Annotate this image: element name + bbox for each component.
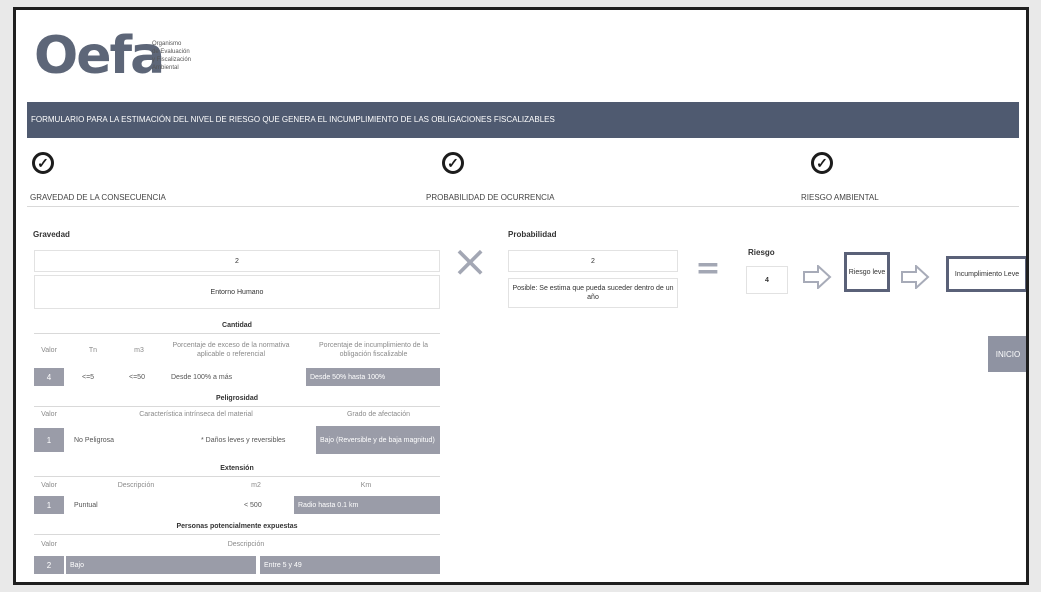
inicio-button[interactable]: INICIO — [988, 336, 1026, 372]
check-circle-icon: ✓ — [811, 152, 833, 174]
oefa-logo: Oefa Organismo de Evaluación y Fiscaliza… — [34, 26, 191, 86]
cantidad-header-m3: m3 — [134, 347, 144, 354]
step-label-probabilidad: PROBABILIDAD DE OCURRENCIA — [426, 193, 555, 202]
extension-header-descripcion: Descripción — [117, 482, 155, 489]
logo-wordmark: Oefa — [34, 26, 165, 86]
peligrosidad-caracteristica: No Peligrosa — [74, 436, 115, 444]
peligrosidad-header-grado: Grado de afectación — [346, 411, 411, 418]
step-riesgo: ✓ — [811, 152, 833, 174]
extension-m2: < 500 — [244, 501, 262, 509]
check-circle-icon: ✓ — [442, 152, 464, 174]
cantidad-header-incumplimiento: Porcentaje de incumplimiento de la oblig… — [319, 342, 428, 358]
riesgo-value-field: 4 — [746, 266, 788, 294]
arrow-right-icon — [901, 265, 930, 289]
probabilidad-value-field: 2 — [508, 250, 678, 272]
entorno-field: Entorno Humano — [34, 275, 440, 309]
peligrosidad-title: Peligrosidad — [215, 395, 258, 402]
cantidad-m3: <=50 — [129, 373, 145, 381]
divider — [34, 476, 440, 477]
logo-subtitle: Organismo de Evaluación y Fiscalización … — [152, 41, 192, 71]
step-gravedad: ✓ — [32, 152, 54, 174]
gravedad-title: Gravedad — [33, 230, 70, 239]
personas-descripcion: Bajo — [66, 556, 256, 574]
cantidad-header-tn: Tn — [88, 347, 98, 354]
step-label-riesgo: RIESGO AMBIENTAL — [801, 193, 879, 202]
multiply-icon: × — [451, 236, 489, 287]
riesgo-level-box: Riesgo leve — [844, 252, 890, 292]
personas-title: Personas potencialmente expuestas — [176, 523, 298, 530]
gravedad-value-field: 2 — [34, 250, 440, 272]
cantidad-header-porcentaje: Porcentaje de exceso de la normativa apl… — [172, 342, 290, 358]
form-title-banner: FORMULARIO PARA LA ESTIMACIÓN DEL NIVEL … — [27, 102, 1019, 138]
arrow-right-icon — [803, 265, 832, 289]
steps-divider — [27, 206, 1019, 207]
probabilidad-title: Probabilidad — [508, 230, 557, 239]
extension-descripcion: Puntual — [74, 501, 98, 509]
cantidad-title: Cantidad — [222, 322, 252, 329]
check-circle-icon: ✓ — [32, 152, 54, 174]
cantidad-valor: 4 — [34, 368, 64, 386]
personas-header-descripcion: Descripción — [227, 541, 265, 548]
divider — [34, 406, 440, 407]
extension-header-m2: m2 — [251, 482, 261, 489]
incumplimiento-result-box: Incumplimiento Leve — [946, 256, 1026, 292]
step-probabilidad: ✓ — [442, 152, 464, 174]
extension-title: Extensión — [220, 465, 254, 472]
personas-rango: Entre 5 y 49 — [260, 556, 440, 574]
step-label-gravedad: GRAVEDAD DE LA CONSECUENCIA — [30, 193, 166, 202]
personas-header-valor: Valor — [41, 541, 57, 548]
peligrosidad-header-caracteristica: Característica intrínseca del material — [139, 411, 253, 418]
cantidad-header-valor: Valor — [41, 347, 57, 354]
extension-valor: 1 — [34, 496, 64, 514]
extension-header-km: Km — [360, 482, 372, 489]
personas-valor: 2 — [34, 556, 64, 574]
riesgo-title: Riesgo — [748, 248, 775, 257]
cantidad-incumplimiento: Desde 50% hasta 100% — [306, 368, 440, 386]
peligrosidad-valor: 1 — [34, 428, 64, 452]
peligrosidad-afectacion: * Daños leves y reversibles — [201, 436, 286, 444]
app-window: Oefa Organismo de Evaluación y Fiscaliza… — [13, 7, 1029, 585]
equals-icon: = — [695, 251, 721, 286]
probabilidad-description: Posible: Se estima que pueda suceder den… — [508, 278, 678, 308]
peligrosidad-grado: Bajo (Reversible y de baja magnitud) — [316, 426, 440, 454]
extension-km: Radio hasta 0.1 km — [294, 496, 440, 514]
cantidad-porcentaje: Desde 100% a más — [171, 373, 233, 381]
peligrosidad-header-valor: Valor — [41, 411, 57, 418]
extension-header-valor: Valor — [41, 482, 57, 489]
divider — [34, 534, 440, 535]
divider — [34, 333, 440, 334]
cantidad-tn: <=5 — [82, 373, 95, 381]
